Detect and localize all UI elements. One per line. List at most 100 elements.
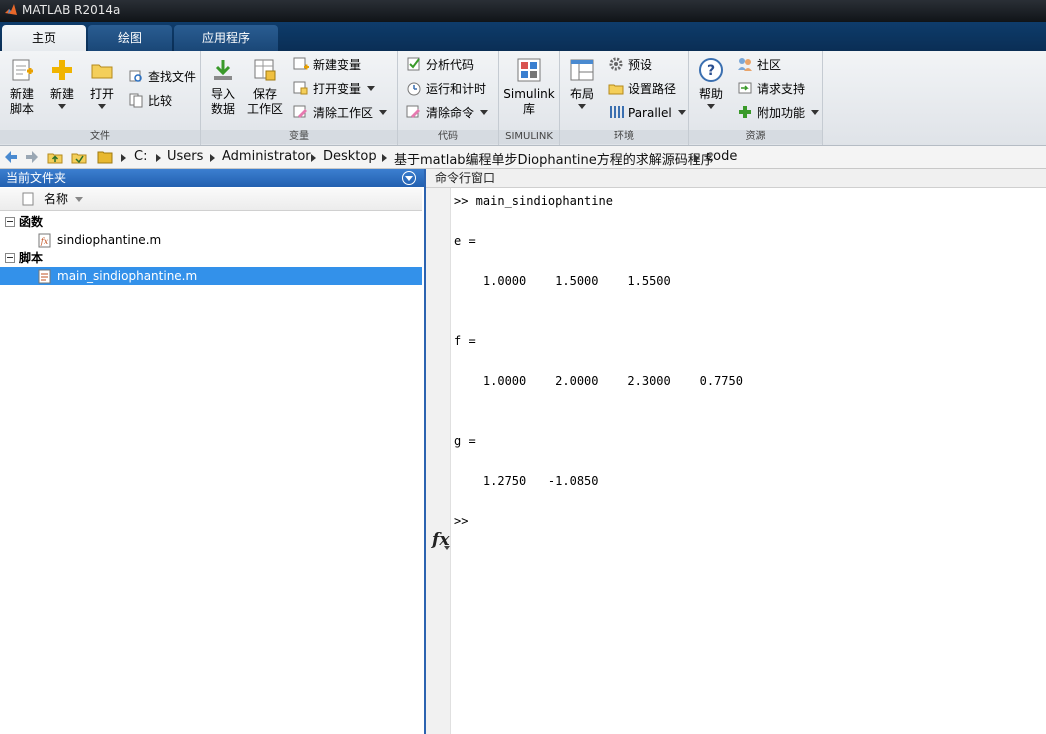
chevron-down-icon [58, 104, 66, 109]
path-separator-icon [311, 154, 316, 162]
file-name: sindiophantine.m [57, 233, 162, 247]
current-folder-title: 当前文件夹 [6, 171, 67, 185]
save-workspace-button[interactable]: 保存 工作区 [245, 55, 285, 117]
set-path-label: 设置路径 [628, 82, 677, 96]
community-button[interactable]: 社区 [737, 55, 781, 75]
command-window[interactable]: 命令行窗口 fx >> main_sindiophantine e = 1.00… [426, 169, 1046, 734]
tab-home[interactable]: 主页 [2, 25, 86, 51]
preferences-button[interactable]: 预设 [608, 55, 652, 75]
new-button[interactable]: 新建 [44, 55, 80, 109]
panel-actions-icon[interactable] [402, 171, 416, 185]
run-and-time-button[interactable]: 运行和计时 [406, 79, 486, 99]
group-label-file: 文件 [0, 130, 200, 144]
breadcrumb-project-folder[interactable]: 基于matlab编程单步Diophantine方程的求解源码程序 [394, 149, 714, 168]
run-and-time-label: 运行和计时 [426, 82, 487, 96]
clear-commands-label: 清除命令 [426, 106, 475, 120]
compare-button[interactable]: 比较 [128, 91, 172, 111]
up-folder-icon[interactable] [47, 149, 63, 165]
clear-workspace-button[interactable]: 清除工作区 [293, 103, 388, 123]
parallel-icon [608, 104, 624, 120]
tree-group-scripts[interactable]: 脚本 [0, 249, 422, 267]
find-files-button[interactable]: 查找文件 [128, 67, 196, 87]
find-files-icon [128, 68, 144, 84]
run-and-time-icon [406, 80, 422, 96]
group-file: 新建 脚本 新建 打开 查找文件 比较 文件 [0, 51, 201, 145]
folder-open-icon [89, 57, 115, 83]
chevron-down-icon [98, 104, 106, 109]
help-button[interactable]: ? 帮助 [693, 55, 729, 109]
column-name-label: 名称 [44, 192, 69, 206]
breadcrumb-drive[interactable]: C: [134, 149, 147, 164]
help-label: 帮助 [698, 87, 723, 101]
request-support-icon [737, 80, 753, 96]
parallel-label: Parallel [628, 106, 672, 120]
simulink-label-2: 库 [522, 102, 535, 116]
open-label: 打开 [89, 87, 114, 101]
sort-desc-icon [75, 197, 83, 202]
tab-apps[interactable]: 应用程序 [174, 25, 278, 51]
clear-workspace-label: 清除工作区 [313, 106, 374, 120]
output-g-label: g = [454, 434, 476, 448]
import-data-button[interactable]: 导入 数据 [205, 55, 241, 117]
collapse-icon[interactable] [5, 253, 15, 263]
command-window-header: 命令行窗口 [426, 169, 1046, 188]
chevron-down-icon [379, 110, 388, 115]
layout-button[interactable]: 布局 [564, 55, 600, 109]
new-variable-button[interactable]: 新建变量 [293, 55, 361, 75]
add-ons-button[interactable]: 附加功能 [737, 103, 820, 123]
parallel-button[interactable]: Parallel [608, 103, 686, 123]
new-script-icon [9, 57, 35, 83]
new-script-button[interactable]: 新建 脚本 [4, 55, 40, 117]
collapse-icon[interactable] [5, 217, 15, 227]
save-workspace-icon [252, 57, 278, 83]
group-label-simulink: SIMULINK [499, 130, 559, 144]
open-variable-button[interactable]: 打开变量 [293, 79, 376, 99]
list-item[interactable]: fx sindiophantine.m [0, 231, 422, 249]
analyze-code-button[interactable]: 分析代码 [406, 55, 474, 75]
breadcrumb-users[interactable]: Users [167, 149, 203, 164]
group-label-code: 代码 [398, 130, 498, 144]
save-workspace-label-1: 保存 [252, 87, 277, 101]
breadcrumb-desktop[interactable]: Desktop [323, 149, 377, 164]
open-variable-icon [293, 80, 309, 96]
import-arrow-icon [210, 57, 236, 83]
matlab-logo-icon [5, 4, 17, 15]
back-arrow-icon[interactable] [3, 149, 19, 165]
help-icon: ? [698, 57, 724, 83]
find-files-label: 查找文件 [148, 70, 197, 84]
tab-plots[interactable]: 绘图 [88, 25, 172, 51]
svg-text:?: ? [707, 63, 715, 79]
address-bar: C: Users Administrator Desktop 基于matlab编… [0, 146, 1046, 169]
simulink-library-button[interactable]: Simulink 库 [503, 55, 555, 117]
add-ons-label: 附加功能 [757, 106, 806, 120]
list-item-selected[interactable]: main_sindiophantine.m [0, 267, 422, 285]
current-folder-panel: 当前文件夹 名称 函数 fx sindiophantine.m 脚本 main_… [0, 169, 426, 734]
import-label-1: 导入 [210, 87, 235, 101]
layout-label: 布局 [569, 87, 594, 101]
group-resources: ? 帮助 社区 请求支持 附加功能 资源 [689, 51, 823, 145]
simulink-library-icon [516, 57, 542, 83]
chevron-down-icon [578, 104, 586, 109]
command-window-title: 命令行窗口 [435, 171, 496, 185]
window-title: MATLAB R2014a [22, 3, 121, 17]
title-bar: MATLAB R2014a [0, 0, 1046, 22]
add-ons-icon [737, 104, 753, 120]
new-plus-icon [49, 57, 75, 83]
command-prompt[interactable]: >> [454, 514, 468, 528]
community-label: 社区 [757, 58, 782, 72]
browse-folder-icon[interactable] [71, 149, 87, 165]
new-label: 新建 [49, 87, 74, 101]
set-path-button[interactable]: 设置路径 [608, 79, 676, 99]
chevron-down-icon [480, 110, 489, 115]
request-support-button[interactable]: 请求支持 [737, 79, 805, 99]
output-g-values: 1.2750 -1.0850 [454, 474, 599, 488]
output-e-values: 1.0000 1.5000 1.5500 [454, 274, 671, 288]
clear-commands-icon [406, 104, 422, 120]
clear-commands-button[interactable]: 清除命令 [406, 103, 489, 123]
breadcrumb-administrator[interactable]: Administrator [222, 149, 311, 164]
column-header-name[interactable]: 名称 [0, 188, 422, 211]
tree-group-functions[interactable]: 函数 [0, 213, 422, 231]
open-button[interactable]: 打开 [84, 55, 120, 109]
breadcrumb-code[interactable]: code [706, 149, 737, 164]
forward-arrow-icon[interactable] [24, 149, 40, 165]
